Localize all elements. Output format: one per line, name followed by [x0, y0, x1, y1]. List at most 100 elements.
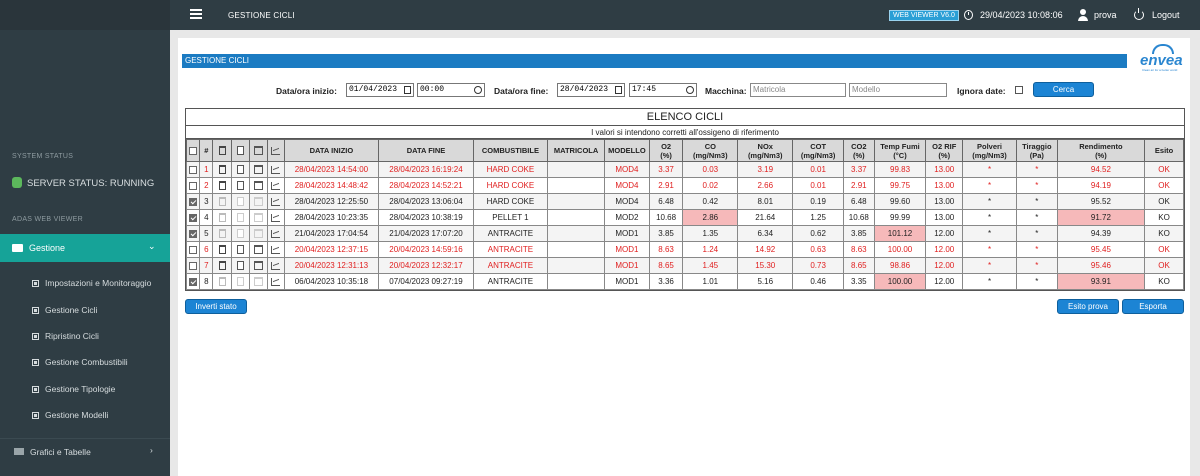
- row-select-cell[interactable]: [185, 241, 201, 258]
- table-row[interactable]: 8 06/04/2023 10:35:18 07/04/2023 09:27:19 A…: [185, 273, 1184, 290]
- row-action-cell[interactable]: [249, 161, 269, 178]
- document-icon[interactable]: [236, 197, 244, 207]
- sidebar-subitem-combustibili[interactable]: Gestione Combustibili: [32, 357, 128, 367]
- row-action-cell[interactable]: [249, 225, 269, 242]
- ignora-date-checkbox[interactable]: [1015, 86, 1023, 94]
- row-checkbox[interactable]: [189, 261, 198, 270]
- table-row[interactable]: 4 28/04/2023 10:23:35 28/04/2023 10:38:19 P…: [185, 209, 1184, 226]
- select-all-checkbox[interactable]: [189, 147, 198, 155]
- export-button[interactable]: Esporta: [1122, 299, 1184, 314]
- row-action-cell[interactable]: [249, 273, 269, 290]
- row-select-cell[interactable]: [185, 177, 201, 194]
- calendar-icon[interactable]: [254, 261, 264, 271]
- modello-input[interactable]: Modello: [849, 83, 947, 97]
- clock-icon[interactable]: [686, 86, 694, 94]
- trash-icon[interactable]: [218, 229, 226, 239]
- table-row[interactable]: 7 20/04/2023 12:31:13 20/04/2023 12:32:17 A…: [185, 257, 1184, 274]
- search-button[interactable]: Cerca: [1033, 82, 1094, 97]
- chart-icon[interactable]: [271, 181, 281, 190]
- row-action-cell[interactable]: [212, 177, 232, 194]
- row-checkbox[interactable]: [189, 213, 198, 222]
- row-action-cell[interactable]: [212, 161, 232, 178]
- row-action-cell[interactable]: [267, 273, 285, 290]
- calendar-icon[interactable]: [254, 165, 264, 175]
- row-action-cell[interactable]: [267, 225, 285, 242]
- row-action-cell[interactable]: [230, 161, 251, 178]
- document-icon[interactable]: [236, 165, 244, 175]
- calendar-icon[interactable]: [254, 181, 264, 191]
- row-action-cell[interactable]: [212, 257, 232, 274]
- chart-icon[interactable]: [271, 213, 281, 222]
- row-action-cell[interactable]: [249, 209, 269, 226]
- trash-icon[interactable]: [218, 213, 226, 223]
- hamburger-menu-icon[interactable]: [190, 9, 202, 19]
- row-action-cell[interactable]: [212, 241, 232, 258]
- sidebar-subitem-tipologie[interactable]: Gestione Tipologie: [32, 384, 115, 394]
- trash-icon[interactable]: [218, 261, 226, 271]
- row-checkbox[interactable]: [189, 229, 198, 238]
- end-time-input[interactable]: 17:45: [629, 83, 697, 97]
- row-action-cell[interactable]: [267, 161, 285, 178]
- start-date-input[interactable]: 01/04/2023: [346, 83, 414, 97]
- end-date-input[interactable]: 28/04/2023: [557, 83, 625, 97]
- sidebar-item-gestione[interactable]: Gestione ⌄: [0, 234, 170, 262]
- row-select-cell[interactable]: [185, 257, 201, 274]
- esito-prova-button[interactable]: Esito prova: [1057, 299, 1119, 314]
- row-action-cell[interactable]: [267, 177, 285, 194]
- calendar-icon[interactable]: [254, 197, 264, 207]
- row-action-cell[interactable]: [249, 241, 269, 258]
- row-checkbox[interactable]: [189, 197, 198, 206]
- calendar-icon[interactable]: [254, 229, 264, 239]
- row-action-cell[interactable]: [212, 225, 232, 242]
- chart-icon[interactable]: [271, 229, 281, 238]
- trash-icon[interactable]: [218, 165, 226, 175]
- trash-icon[interactable]: [218, 181, 226, 191]
- row-action-cell[interactable]: [230, 241, 251, 258]
- username-link[interactable]: prova: [1094, 10, 1117, 20]
- row-action-cell[interactable]: [230, 257, 251, 274]
- sidebar-subitem-impostazioni[interactable]: Impostazioni e Monitoraggio: [32, 278, 151, 288]
- user-icon[interactable]: [1078, 9, 1088, 21]
- document-icon[interactable]: [236, 213, 244, 223]
- row-select-cell[interactable]: [185, 193, 201, 210]
- calendar-icon[interactable]: [615, 86, 622, 94]
- row-action-cell[interactable]: [249, 193, 269, 210]
- row-checkbox[interactable]: [189, 277, 198, 286]
- select-all-header[interactable]: [185, 139, 201, 162]
- document-icon[interactable]: [236, 277, 244, 287]
- row-action-cell[interactable]: [249, 177, 269, 194]
- table-row[interactable]: 5 21/04/2023 17:04:54 21/04/2023 17:07:20 A…: [185, 225, 1184, 242]
- document-icon[interactable]: [236, 229, 244, 239]
- document-icon[interactable]: [236, 261, 244, 271]
- table-row[interactable]: 2 28/04/2023 14:48:42 28/04/2023 14:52:21 H…: [185, 177, 1184, 194]
- row-action-cell[interactable]: [212, 193, 232, 210]
- row-action-cell[interactable]: [212, 273, 232, 290]
- row-checkbox[interactable]: [189, 245, 198, 254]
- row-checkbox[interactable]: [189, 165, 198, 174]
- calendar-icon[interactable]: [404, 86, 411, 94]
- row-action-cell[interactable]: [230, 209, 251, 226]
- row-action-cell[interactable]: [267, 257, 285, 274]
- row-select-cell[interactable]: [185, 209, 201, 226]
- row-select-cell[interactable]: [185, 161, 201, 178]
- trash-icon[interactable]: [218, 245, 226, 255]
- chart-icon[interactable]: [271, 165, 281, 174]
- document-icon[interactable]: [236, 245, 244, 255]
- row-select-cell[interactable]: [185, 273, 201, 290]
- sidebar-subitem-ripristino[interactable]: Ripristino Cicli: [32, 331, 99, 341]
- sidebar-subitem-gestione-cicli[interactable]: Gestione Cicli: [32, 305, 97, 315]
- calendar-icon[interactable]: [254, 245, 264, 255]
- trash-icon[interactable]: [218, 277, 226, 287]
- row-checkbox[interactable]: [189, 181, 198, 190]
- row-action-cell[interactable]: [249, 257, 269, 274]
- start-time-input[interactable]: 00:00: [417, 83, 485, 97]
- sidebar-subitem-modelli[interactable]: Gestione Modelli: [32, 410, 108, 420]
- row-action-cell[interactable]: [230, 225, 251, 242]
- chart-icon[interactable]: [271, 277, 281, 286]
- row-action-cell[interactable]: [230, 273, 251, 290]
- matricola-input[interactable]: Matricola: [750, 83, 846, 97]
- row-action-cell[interactable]: [267, 241, 285, 258]
- calendar-icon[interactable]: [254, 277, 264, 287]
- sidebar-item-grafici[interactable]: Grafici e Tabelle ›: [0, 438, 170, 460]
- chart-icon[interactable]: [271, 245, 281, 254]
